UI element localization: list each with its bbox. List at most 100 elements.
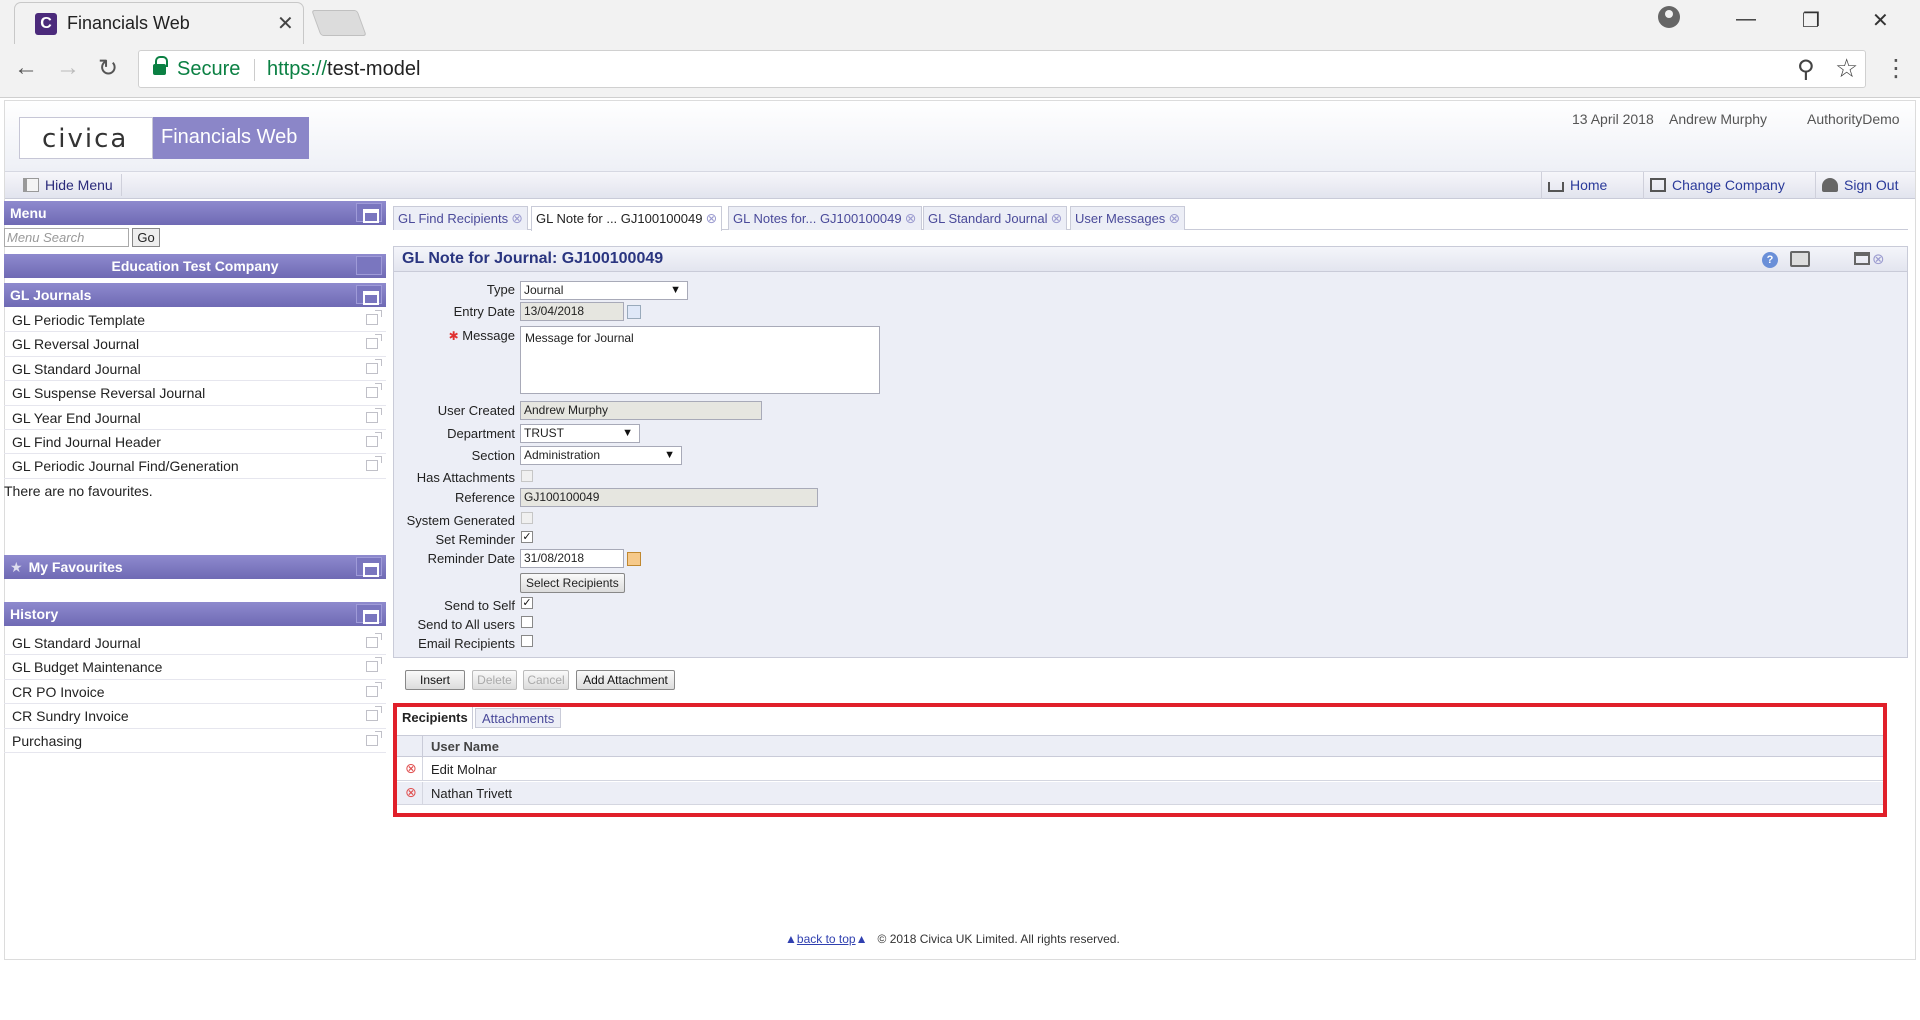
tab-gl-find-recipients[interactable]: GL Find Recipients ⊗ [393,206,529,230]
menu-item[interactable]: GL Standard Journal [4,357,386,382]
open-in-new-icon[interactable] [366,358,382,374]
close-tab-icon[interactable]: ⊗ [1050,211,1062,225]
close-window-icon[interactable]: ✕ [1872,8,1889,33]
back-icon[interactable]: ← [14,54,38,82]
product-name: Financials Web [161,126,298,148]
gl-journals-header[interactable]: GL Journals [4,283,386,307]
menu-go-button[interactable]: Go [132,228,160,247]
tab-attachments[interactable]: Attachments [475,708,562,728]
lock-icon [153,56,168,76]
open-in-new-icon[interactable] [366,633,382,648]
open-in-new-icon[interactable] [366,310,382,325]
section-select[interactable]: Administration [520,446,682,465]
new-tab-button[interactable] [311,10,367,36]
open-in-new-icon[interactable] [366,657,382,673]
history-title: History [10,606,59,622]
address-bar[interactable]: Secure https://test-model ⚲ ☆ [138,50,1866,88]
new-window-icon[interactable] [1854,252,1870,265]
set-reminder-checkbox[interactable]: ✓ [521,531,533,543]
forward-icon[interactable]: → [56,54,80,82]
menu-item[interactable]: GL Year End Journal [4,406,386,430]
zoom-icon[interactable]: ⚲ [1797,55,1815,84]
menu-item[interactable]: GL Standard Journal [4,631,386,656]
close-tab-icon[interactable]: ⊗ [1168,211,1180,225]
restore-icon[interactable]: ❐ [1802,8,1820,33]
email-recipients-checkbox[interactable] [521,635,533,647]
menu-item-label: GL Suspense Reversal Journal [12,385,206,402]
url-text[interactable]: https://test-model [267,58,420,81]
tab-gl-note-for-journal[interactable]: GL Note for ... GJ100100049 ⊗ [531,206,723,231]
history-toggle-icon[interactable] [356,604,382,624]
tab-recipients[interactable]: Recipients [398,707,473,729]
url-scheme: https:// [267,58,328,80]
company-panel-toggle-icon[interactable] [356,256,382,275]
menu-item[interactable]: GL Periodic Journal Find/Generation [4,454,386,479]
menu-item[interactable]: GL Periodic Template [4,308,386,333]
help-icon[interactable]: ? [1762,252,1778,268]
reminder-date-input[interactable]: 31/08/2018 [520,549,624,568]
delete-row-icon[interactable]: ⊗ [405,760,417,777]
type-value: Journal [524,283,564,297]
browser-menu-icon[interactable]: ⋮ [1884,54,1908,83]
close-tab-icon[interactable]: ⊗ [905,211,917,225]
open-in-new-icon[interactable] [366,334,382,350]
change-company-button[interactable]: Change Company [1643,172,1791,199]
tab-gl-notes-for[interactable]: GL Notes for... GJ100100049 ⊗ [728,206,922,230]
add-attachment-button[interactable]: Add Attachment [576,670,675,690]
menu-item[interactable]: CR PO Invoice [4,680,386,705]
tab-gl-standard-journal[interactable]: GL Standard Journal ⊗ [923,206,1068,230]
send-to-self-label: Send to Self [444,598,515,613]
tab-user-messages[interactable]: User Messages ⊗ [1070,206,1186,230]
email-recipients-label: Email Recipients [418,636,515,651]
home-label: Home [1570,177,1608,193]
open-in-new-icon[interactable] [366,730,382,746]
menu-item[interactable]: GL Find Journal Header [4,430,386,455]
open-in-new-icon[interactable] [366,681,382,697]
home-button[interactable]: Home [1541,172,1613,199]
delete-row-icon[interactable]: ⊗ [405,784,417,801]
close-tab-icon[interactable]: ⊗ [705,211,717,225]
close-tab-icon[interactable]: ⊗ [511,211,523,225]
message-textarea[interactable]: Message for Journal [520,326,880,394]
close-panel-icon[interactable]: ⊗ [1872,250,1885,268]
open-in-new-icon[interactable] [366,706,382,722]
open-in-new-icon[interactable] [366,431,382,447]
menu-item[interactable]: CR Sundry Invoice [4,704,386,729]
table-row[interactable]: ⊗ Edit Molnar [397,758,1883,781]
open-in-new-icon[interactable] [366,407,382,423]
menu-panel-toggle-icon[interactable] [356,203,382,223]
favourites-toggle-icon[interactable] [356,557,382,577]
type-select[interactable]: Journal [520,281,688,300]
send-to-all-checkbox[interactable] [521,616,533,628]
send-to-all-label: Send to All users [417,617,515,632]
profile-icon[interactable] [1658,6,1680,28]
column-user-name[interactable]: User Name [431,739,499,754]
sign-out-button[interactable]: Sign Out [1815,172,1904,199]
print-icon[interactable] [1790,251,1810,267]
insert-button[interactable]: Insert [405,670,465,690]
minimize-icon[interactable]: — [1736,8,1756,31]
menu-search-input[interactable]: Menu Search [4,228,129,247]
table-row[interactable]: ⊗ Nathan Trivett [397,782,1883,805]
calendar-icon[interactable] [627,552,641,566]
menu-item[interactable]: GL Budget Maintenance [4,655,386,680]
reload-icon[interactable]: ↻ [98,54,118,83]
company-header: Education Test Company [4,254,386,278]
close-tab-icon[interactable]: ✕ [277,11,294,36]
menu-item[interactable]: Purchasing [4,729,386,753]
menu-item-label: GL Standard Journal [12,635,141,651]
department-select[interactable]: TRUST [520,424,640,443]
select-recipients-button[interactable]: Select Recipients [520,573,625,593]
hide-menu-button[interactable]: Hide Menu [15,174,122,196]
menu-item[interactable]: GL Reversal Journal [4,332,386,357]
menu-item[interactable]: GL Suspense Reversal Journal [4,381,386,406]
open-in-new-icon[interactable] [366,456,382,472]
back-to-top-link[interactable]: back to top [797,932,856,946]
menu-item-label: GL Find Journal Header [12,433,161,450]
gl-journals-toggle-icon[interactable] [356,285,382,305]
browser-tab[interactable]: C Financials Web ✕ [14,2,304,44]
bookmark-star-icon[interactable]: ☆ [1835,53,1858,84]
open-in-new-icon[interactable] [366,383,382,399]
send-to-self-checkbox[interactable]: ✓ [521,597,533,609]
address-divider [254,59,255,81]
